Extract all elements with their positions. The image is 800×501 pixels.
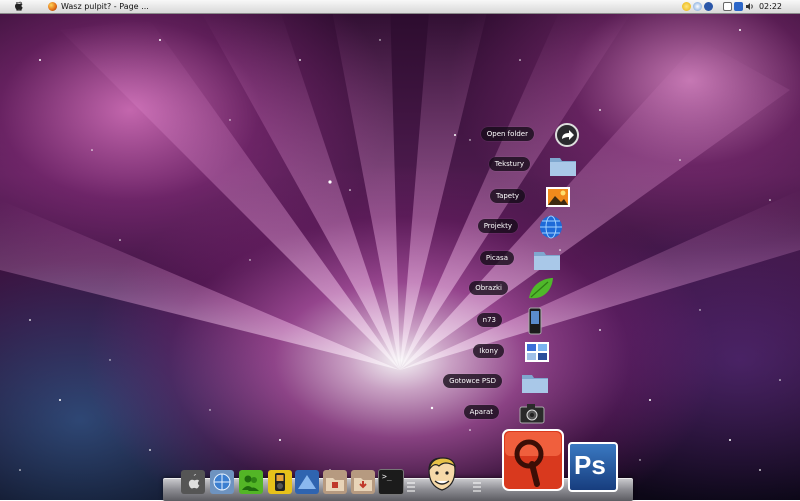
leaf-icon bbox=[529, 278, 553, 299]
dock: >_ Ps bbox=[163, 429, 633, 501]
stack-item-aparat[interactable]: Aparat bbox=[405, 398, 547, 428]
weather-sun-icon[interactable] bbox=[682, 2, 691, 11]
desktop-wallpaper bbox=[0, 0, 800, 500]
phone-icon bbox=[528, 307, 542, 335]
update-icon[interactable] bbox=[693, 2, 702, 11]
stack-item-open-folder[interactable]: Open folder bbox=[440, 120, 582, 150]
stack-item-n73[interactable]: n73 bbox=[408, 306, 550, 336]
stack-item-projekty[interactable]: Projekty bbox=[418, 212, 566, 242]
apple-icon[interactable]:  bbox=[12, 0, 26, 13]
documents-folder-icon[interactable] bbox=[322, 469, 348, 495]
stack-item-label: Picasa bbox=[479, 251, 514, 265]
stack-item-label: Obrazki bbox=[469, 281, 508, 295]
stack-item-ikony[interactable]: Ikony bbox=[410, 337, 552, 367]
photoshop-icon[interactable]: Ps bbox=[568, 442, 618, 492]
folder-icon bbox=[534, 252, 560, 270]
folder-icon bbox=[522, 375, 548, 393]
downloads-folder-icon[interactable] bbox=[350, 469, 376, 495]
terminal-icon[interactable]: >_ bbox=[378, 469, 404, 495]
window-title[interactable]: Wasz pulpit? - Page ... bbox=[61, 0, 149, 13]
vault-boy-icon[interactable] bbox=[421, 454, 463, 496]
folder-icon bbox=[550, 158, 576, 176]
stack-item-label: Tapety bbox=[489, 189, 525, 203]
terminal-prompt: >_ bbox=[382, 472, 392, 481]
globe-icon bbox=[540, 215, 562, 239]
blue-app-icon[interactable] bbox=[294, 469, 320, 495]
stack-item-tapety[interactable]: Tapety bbox=[425, 182, 573, 212]
stack-item-label: Projekty bbox=[477, 219, 518, 233]
stack-item-gotowce-psd[interactable]: Gotowce PSD bbox=[400, 367, 550, 397]
system-tray: 02:22 bbox=[680, 0, 800, 13]
apple-icon[interactable] bbox=[180, 469, 206, 495]
firefox-icon[interactable] bbox=[48, 2, 57, 11]
volume-icon[interactable] bbox=[745, 2, 754, 11]
stack-item-label: Ikony bbox=[473, 344, 504, 358]
stack-item-label: Tekstury bbox=[488, 157, 530, 171]
dock-separator bbox=[407, 482, 415, 496]
menu-bar:  Wasz pulpit? - Page ... 02:22 bbox=[0, 0, 800, 14]
network-icon[interactable] bbox=[704, 2, 713, 11]
aurora-rays bbox=[0, 0, 800, 370]
media-player-icon[interactable] bbox=[267, 469, 293, 495]
photoshop-label: Ps bbox=[574, 450, 606, 480]
clock[interactable]: 02:22 bbox=[759, 0, 782, 13]
starfield bbox=[19, 29, 781, 471]
stack-item-picasa[interactable]: Picasa bbox=[420, 244, 562, 274]
stack-item-label: Open folder bbox=[480, 127, 534, 141]
display-icon[interactable] bbox=[734, 2, 743, 11]
open-folder-arrow-icon bbox=[555, 123, 579, 147]
search-magnifier-icon[interactable] bbox=[501, 428, 565, 492]
icons-image-icon bbox=[525, 342, 549, 362]
stack-item-label: n73 bbox=[476, 313, 502, 327]
dock-separator bbox=[473, 482, 481, 496]
stack-item-obrazki[interactable]: Obrazki bbox=[414, 274, 556, 304]
shield-icon[interactable] bbox=[723, 2, 732, 11]
wallpaper-image-icon bbox=[546, 187, 570, 207]
stack-item-label: Aparat bbox=[463, 405, 499, 419]
camera-icon bbox=[519, 404, 545, 424]
stack-item-tekstury[interactable]: Tekstury bbox=[430, 150, 578, 180]
network-globe-icon[interactable] bbox=[209, 469, 235, 495]
messenger-icon[interactable] bbox=[238, 469, 264, 495]
stack-item-label: Gotowce PSD bbox=[443, 374, 502, 388]
